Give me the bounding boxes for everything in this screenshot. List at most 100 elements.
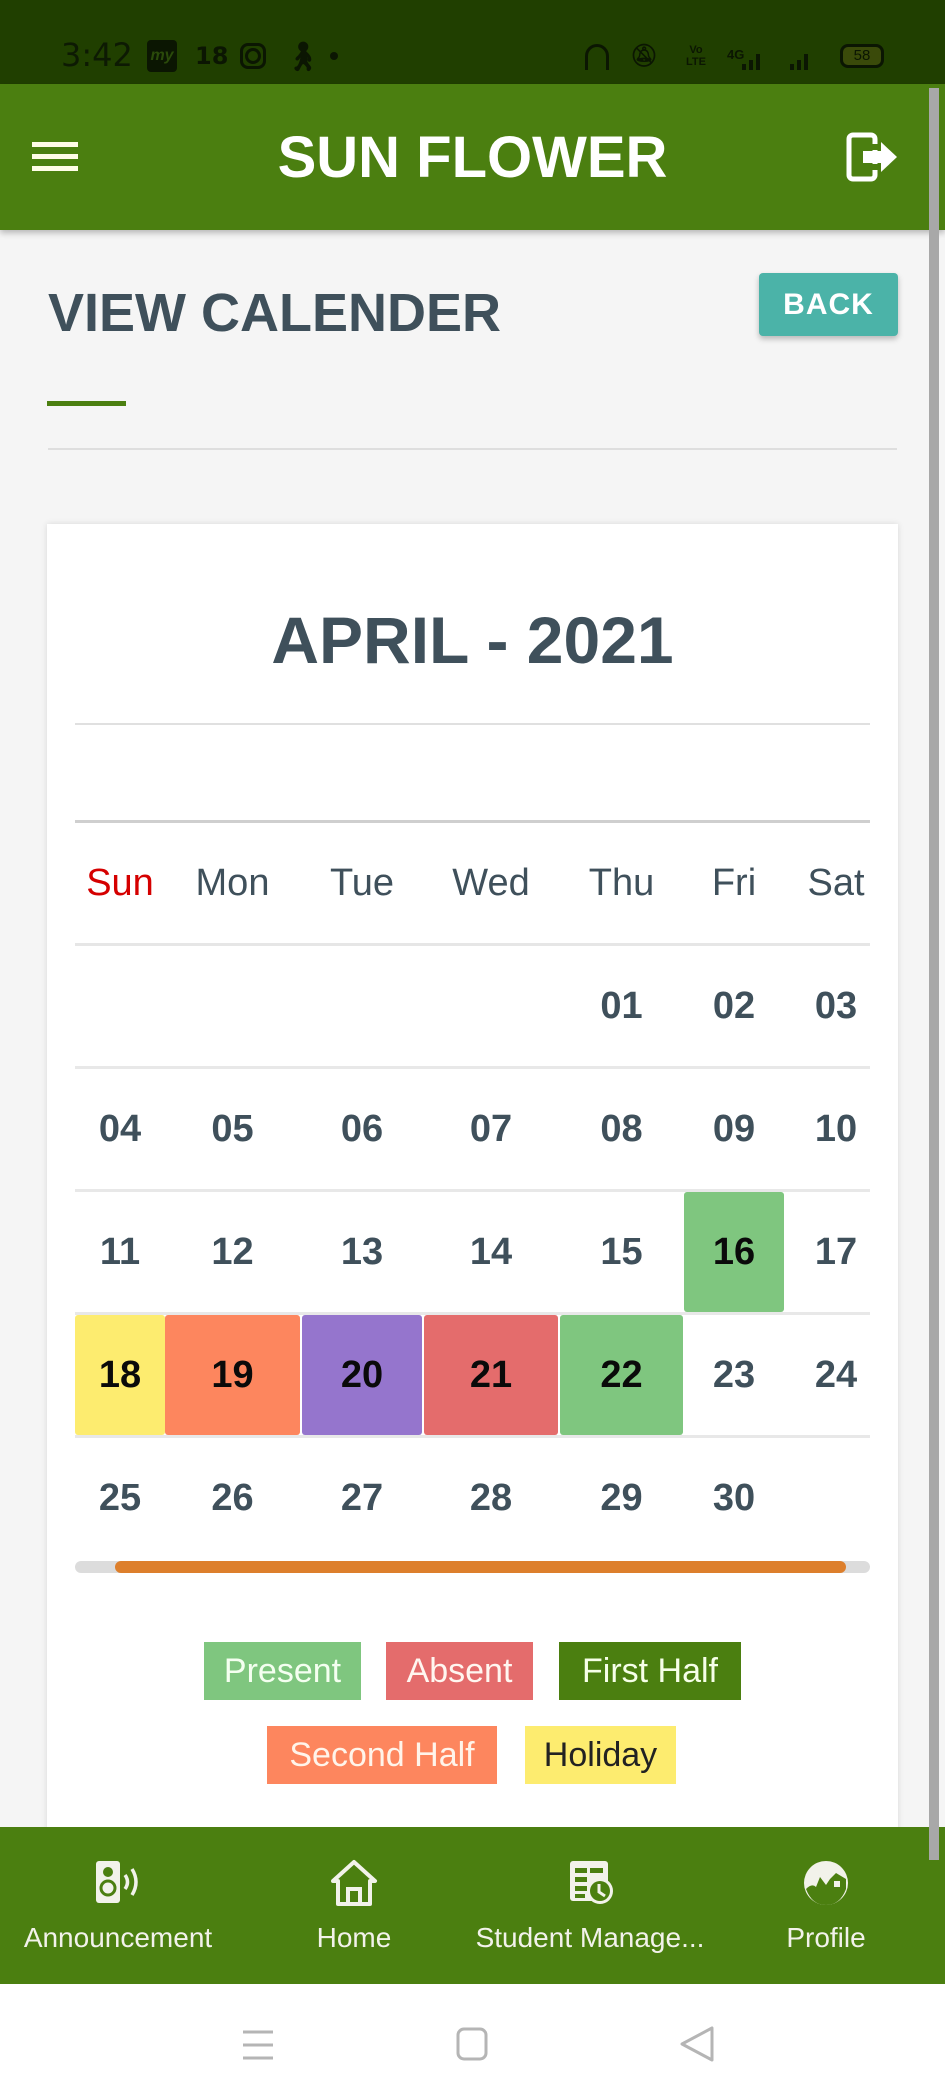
back-button[interactable]: BACK [759,273,898,336]
page-title: VIEW CALENDER [48,283,502,343]
weekday-fri: Fri [711,861,757,904]
calendar-card: APRIL - 2021 Sun Mon Tue Wed Thu Fri Sat 01 02 0… [47,524,898,1834]
legend-holiday: Holiday [525,1726,676,1784]
weekday-sun: Sun [86,861,154,904]
calendar-table: Sun Mon Tue Wed Thu Fri Sat 01 02 03 04 05 06 07 08 09… [75,823,870,1561]
calendar-day-03[interactable]: 03 [786,946,870,1066]
calendar-day-01[interactable]: 01 [560,946,683,1066]
calendar-empty-cell [75,946,165,1066]
weekday-thu: Thu [588,861,655,904]
calendar-week-row: 01 02 03 [75,946,870,1069]
nav-label: Profile [786,1922,866,1953]
calendar-empty-cell [424,946,558,1066]
calendar-day-09[interactable]: 09 [684,1069,784,1189]
calendar-empty-cell [165,946,300,1066]
logout-icon[interactable] [845,130,899,184]
calendar-day-04[interactable]: 04 [75,1069,165,1189]
calendar-day-19[interactable]: 19 [165,1315,300,1435]
walking-icon: 🚶︎ [285,40,321,72]
weekday-header-row: Sun Mon Tue Wed Thu Fri Sat [75,823,870,946]
nav-label: Student Manage... [475,1922,705,1953]
system-navigation-bar [0,1984,945,2100]
app-bar: SUN FLOWER [0,84,945,230]
notification-18-badge: 18 [195,42,229,70]
card-divider [75,723,870,725]
headset-icon [585,44,609,70]
nav-student-management[interactable]: Student Manage... [466,1827,714,1984]
calendar-day-25[interactable]: 25 [75,1438,165,1558]
4g-signal-icon [742,48,760,70]
nav-profile[interactable]: Profile [708,1827,944,1984]
title-underline [47,401,126,406]
calendar-day-08[interactable]: 08 [560,1069,683,1189]
calendar-day-12[interactable]: 12 [165,1192,300,1312]
instagram-icon [240,43,266,69]
calendar-day-07[interactable]: 07 [424,1069,558,1189]
calendar-day-16[interactable]: 16 [684,1192,784,1312]
weekday-sat: Sat [807,861,865,904]
calendar-empty-cell [302,946,422,1066]
vibrate-mute-icon: 🔕︎ [630,43,658,68]
nav-announcement[interactable]: Announcement [0,1827,236,1984]
weekday-mon: Mon [195,861,270,904]
horizontal-scrollbar-track[interactable] [75,1561,870,1573]
calendar-day-28[interactable]: 28 [424,1438,558,1558]
calendar-day-23[interactable]: 23 [684,1315,784,1435]
page-vertical-scrollbar[interactable] [929,88,939,1860]
calendar-empty-cell [786,1438,870,1558]
calendar-day-11[interactable]: 11 [75,1192,165,1312]
my-app-icon: my [147,40,177,72]
nav-home[interactable]: Home [236,1827,472,1984]
recents-icon[interactable] [228,2014,288,2074]
calendar-day-30[interactable]: 30 [684,1438,784,1558]
calendar-day-24[interactable]: 24 [786,1315,870,1435]
calendar-day-20[interactable]: 20 [302,1315,422,1435]
calendar-day-21[interactable]: 21 [424,1315,558,1435]
bottom-navigation: Announcement Home Student Manage... Prof… [0,1827,945,1984]
app-title: SUN FLOWER [277,125,668,190]
home-icon [331,1860,377,1906]
calendar-day-29[interactable]: 29 [560,1438,683,1558]
calendar-day-10[interactable]: 10 [786,1069,870,1189]
page-divider [48,448,897,450]
calendar-week-row: 11 12 13 14 15 16 17 [75,1192,870,1315]
calendar-week-row: 18 19 20 21 22 23 24 [75,1315,870,1438]
schedule-table-icon [570,1861,613,1904]
screen: 3:42 my 18 🚶︎ 🔕︎ VoLTE 4G 58 SUN FLOWER [0,0,945,2100]
calendar-week-row: 04 05 06 07 08 09 10 [75,1069,870,1192]
battery-icon: 58 [840,44,884,68]
speaker-icon [96,1861,138,1903]
legend-present: Present [204,1642,361,1700]
status-time: 3:42 [61,36,133,74]
home-square-icon[interactable] [442,2014,502,2074]
nav-label: Home [316,1922,392,1953]
profile-face-icon [804,1861,848,1905]
calendar-day-17[interactable]: 17 [786,1192,870,1312]
legend-absent: Absent [386,1642,533,1700]
calendar-day-14[interactable]: 14 [424,1192,558,1312]
volte-icon: Vo LTE [686,44,706,68]
legend-second-half: Second Half [267,1726,497,1784]
calendar-day-26[interactable]: 26 [165,1438,300,1558]
calendar-day-22[interactable]: 22 [560,1315,683,1435]
calendar-day-15[interactable]: 15 [560,1192,683,1312]
battery-level: 58 [853,47,871,64]
status-bar: 3:42 my 18 🚶︎ 🔕︎ Vo LTE 4G 58 [0,0,945,84]
calendar-week-row: 25 26 27 28 29 30 [75,1438,870,1561]
calendar-day-05[interactable]: 05 [165,1069,300,1189]
calendar-scroll-viewport[interactable]: Sun Mon Tue Wed Thu Fri Sat 01 02 03 04 05 06 07 08 09… [75,823,870,1563]
month-title: APRIL - 2021 [271,603,674,677]
horizontal-scrollbar-thumb[interactable] [115,1561,846,1573]
weekday-tue: Tue [329,861,395,904]
signal-icon [790,48,808,70]
nav-label: Announcement [23,1922,213,1953]
calendar-day-13[interactable]: 13 [302,1192,422,1312]
dot-icon [330,52,338,60]
calendar-day-02[interactable]: 02 [684,946,784,1066]
weekday-wed: Wed [452,861,530,904]
calendar-day-27[interactable]: 27 [302,1438,422,1558]
back-triangle-icon[interactable] [666,2014,726,2074]
legend-first-half: First Half [559,1642,741,1700]
calendar-day-18[interactable]: 18 [75,1315,165,1435]
calendar-day-06[interactable]: 06 [302,1069,422,1189]
